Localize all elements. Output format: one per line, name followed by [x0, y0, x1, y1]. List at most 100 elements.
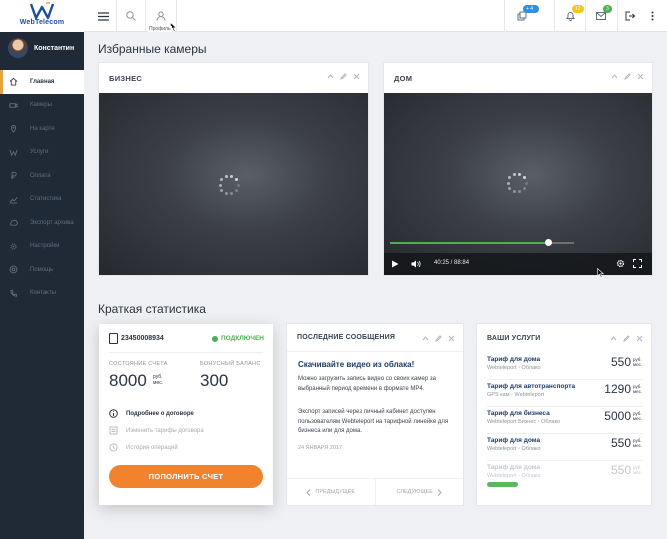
gear-icon[interactable] — [616, 259, 625, 268]
help-icon — [9, 265, 18, 274]
spinner-dot — [234, 178, 238, 182]
close-icon[interactable] — [636, 335, 643, 342]
status-text: ПОДКЛЮЧЕН — [220, 335, 264, 342]
service-price: 5000 — [604, 409, 631, 423]
camera-card-business: БИЗНЕС — [99, 63, 368, 275]
mail-icon — [596, 12, 606, 20]
logout-icon — [625, 11, 635, 21]
spinner-dot — [518, 190, 522, 194]
sidebar: WebTelecom Константин Главная Камеры На … — [0, 0, 84, 539]
cameras-balance-button[interactable]: + 4 365 ₽ — [505, 0, 539, 32]
camera-icon — [9, 101, 18, 110]
balance-currency: руб. мес. — [153, 374, 164, 386]
service-item[interactable]: Тариф для дома Webteleport ◦ Облако 550 … — [487, 461, 643, 488]
sidebar-item-label: Помощь — [30, 266, 54, 273]
messages-card: ПОСЛЕДНИЕ СООБЩЕНИЯ Скачивайте видео из … — [287, 324, 463, 505]
bonus-value: 300 — [200, 371, 229, 390]
service-item[interactable]: Тариф для бизнеса Webteleport Бизнес ◦ О… — [487, 407, 643, 434]
video-progress-fill — [390, 242, 549, 244]
phone-icon — [9, 289, 18, 298]
edit-icon[interactable] — [340, 73, 347, 80]
home-icon — [9, 77, 18, 86]
sidebar-item-label: На карте — [30, 125, 55, 132]
balance-label: СОСТОЯНИЕ СЧЕТА — [109, 361, 168, 367]
play-icon[interactable] — [391, 260, 399, 268]
info-icon — [109, 409, 118, 418]
next-label: СЛЕДУЮЩЕЕ — [396, 489, 433, 495]
more-button[interactable] — [642, 0, 662, 32]
close-icon[interactable] — [448, 335, 455, 342]
collapse-icon[interactable] — [422, 335, 429, 342]
service-provider: Webteleport ◦ Облако — [487, 365, 541, 371]
mail-badge: 3 — [603, 5, 612, 13]
edit-icon[interactable] — [623, 335, 630, 342]
collapse-icon[interactable] — [327, 73, 334, 80]
service-item[interactable]: Тариф для дома Webteleport ◦ Облако 550 … — [487, 353, 643, 380]
search-icon — [126, 11, 136, 21]
service-currency: руб. мес. — [633, 411, 643, 421]
previous-message-button[interactable]: ПРЕДЫДУЩЕЕ — [287, 479, 376, 505]
loading-spinner-icon — [505, 171, 529, 195]
spinner-dot — [218, 183, 222, 187]
sidebar-item-payment[interactable]: Оплата — [0, 164, 84, 188]
top-up-button[interactable]: ПОПОЛНИТЬ СЧЕТ — [109, 465, 263, 488]
previous-label: ПРЕДЫДУЩЕЕ — [315, 489, 356, 495]
sidebar-item-home[interactable]: Главная — [0, 70, 84, 94]
spinner-dot — [522, 186, 526, 190]
collapse-icon[interactable] — [611, 73, 618, 80]
sidebar-item-settings[interactable]: Настройки — [0, 235, 84, 259]
logo-text: WebTelecom — [19, 19, 65, 26]
logout-button[interactable] — [618, 0, 642, 32]
close-icon[interactable] — [637, 73, 644, 80]
loading-spinner-icon — [217, 173, 241, 197]
user-profile[interactable]: Константин — [0, 32, 84, 64]
menu-button[interactable] — [88, 0, 118, 32]
spinner-dot — [518, 172, 522, 176]
video-player[interactable]: 40:25 / 88:84 — [384, 93, 652, 275]
sidebar-item-help[interactable]: Помощь — [0, 258, 84, 282]
fullscreen-icon[interactable] — [633, 259, 642, 268]
edit-icon[interactable] — [624, 73, 631, 80]
sidebar-item-export[interactable]: Экспорт архива — [0, 211, 84, 235]
notifications-button[interactable]: 12 — [555, 0, 585, 32]
spinner-dot — [512, 190, 516, 194]
logo[interactable]: WebTelecom — [0, 0, 84, 32]
service-currency: руб. мес. — [633, 438, 643, 448]
user-name: Константин — [34, 44, 75, 52]
divider — [109, 352, 263, 353]
sidebar-item-contacts[interactable]: Контакты — [0, 282, 84, 306]
operations-history-link[interactable]: История операций — [109, 443, 178, 452]
service-provider: GPS кам ◦ Webteleport — [487, 392, 545, 398]
close-icon[interactable] — [353, 73, 360, 80]
mail-button[interactable]: 3 — [586, 0, 616, 32]
chevron-right-icon — [437, 488, 442, 496]
service-name: Тариф для автотранспорта — [487, 383, 576, 390]
message-headline[interactable]: Скачивайте видео из облака! — [298, 360, 414, 369]
link-label: История операций — [126, 444, 178, 451]
spinner-dot — [506, 181, 510, 185]
contract-details-link[interactable]: Подробнее о договоре — [109, 409, 194, 418]
collapse-icon[interactable] — [610, 335, 617, 342]
service-item[interactable]: Тариф для дома Webteleport ◦ Облако 550 … — [487, 434, 643, 461]
service-provider: Webteleport ◦ Облако — [487, 473, 541, 479]
video-progress-bar[interactable] — [390, 239, 574, 246]
video-time: 40:25 / 88:84 — [434, 260, 470, 266]
user-icon — [156, 11, 166, 21]
sidebar-item-statistics[interactable]: Статистика — [0, 188, 84, 212]
volume-icon[interactable] — [411, 260, 421, 268]
video-progress-knob[interactable] — [545, 239, 553, 246]
next-message-button[interactable]: СЛЕДУЮЩЕЕ — [376, 479, 464, 505]
sidebar-item-services[interactable]: Услуги — [0, 141, 84, 165]
change-tariff-link[interactable]: Изменить тарифы договора — [109, 426, 204, 435]
sidebar-item-cameras[interactable]: Камеры — [0, 94, 84, 118]
sidebar-item-label: Оплата — [30, 172, 51, 179]
video-player[interactable] — [99, 93, 368, 275]
service-item[interactable]: Тариф для автотранспорта GPS кам ◦ Webte… — [487, 380, 643, 407]
service-name: Тариф для бизнеса — [487, 410, 550, 417]
status-dot-icon — [211, 335, 218, 342]
service-tag — [487, 482, 518, 487]
search-button[interactable] — [117, 0, 145, 32]
edit-icon[interactable] — [435, 335, 442, 342]
account-number: 23450008934 — [121, 335, 164, 342]
sidebar-item-map[interactable]: На карте — [0, 117, 84, 141]
